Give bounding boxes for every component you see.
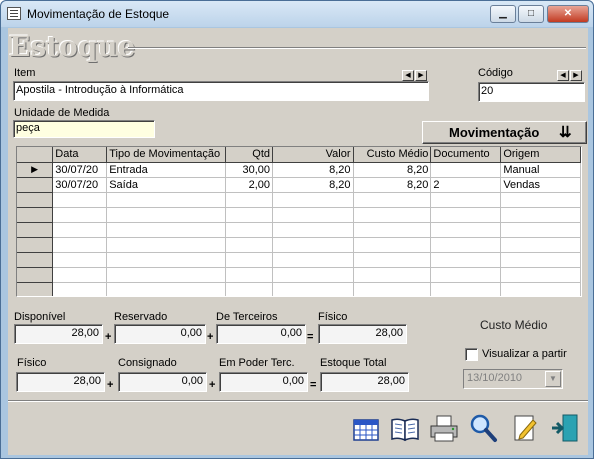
magnifier-icon[interactable] (467, 412, 499, 444)
col-tipo[interactable]: Tipo de Movimentação (106, 147, 227, 163)
empty-row[interactable] (17, 282, 581, 296)
col-valor[interactable]: Valor (272, 147, 354, 163)
movements-grid[interactable]: Data Tipo de Movimentação Qtd Valor Cust… (16, 146, 582, 297)
col-custo-medio[interactable]: Custo Médio (353, 147, 432, 163)
date-picker[interactable]: 13/10/2010 ▼ (463, 369, 563, 389)
visualizar-checkbox[interactable] (465, 348, 478, 361)
cell-tipo[interactable]: Entrada (106, 162, 227, 178)
item-navigator: ◀ ▶ (402, 68, 428, 81)
app-window: Movimentação de Estoque ▁ □ ✕ Estoque It… (0, 0, 594, 459)
footer-divider (8, 400, 588, 402)
item-next-button[interactable]: ▶ (415, 70, 427, 81)
terceiros-field[interactable]: 0,00 (216, 324, 306, 344)
terceiros-label: De Terceiros (216, 311, 278, 323)
reservado-label: Reservado (114, 311, 168, 323)
estoque-total-field[interactable]: 28,00 (320, 372, 409, 392)
book-icon[interactable] (389, 412, 421, 444)
col-documento[interactable]: Documento (430, 147, 502, 163)
cell-documento[interactable] (430, 162, 502, 178)
empty-row[interactable] (17, 192, 581, 208)
unidade-label: Unidade de Medida (14, 107, 110, 119)
codigo-next-button[interactable]: ▶ (570, 70, 582, 81)
codigo-label: Código (478, 67, 513, 79)
visualizar-label[interactable]: Visualizar a partir (482, 348, 567, 360)
grid-header: Data Tipo de Movimentação Qtd Valor Cust… (17, 147, 581, 163)
empty-row[interactable] (17, 267, 581, 283)
custo-medio-title: Custo Médio (480, 318, 548, 332)
consignado-field[interactable]: 0,00 (118, 372, 207, 392)
cell-tipo[interactable]: Saída (106, 177, 227, 193)
date-value: 13/10/2010 (467, 372, 523, 384)
chevron-down-icon[interactable]: ▼ (545, 371, 561, 387)
col-qtd[interactable]: Qtd (225, 147, 274, 163)
exit-door-icon[interactable] (549, 412, 581, 444)
title-bar[interactable]: Movimentação de Estoque ▁ □ ✕ (1, 1, 593, 27)
codigo-field[interactable]: 20 (478, 82, 585, 102)
brand-divider (128, 47, 586, 49)
row-indicator-icon: ▶ (17, 162, 54, 178)
double-down-arrow-icon: ⇊ (559, 124, 571, 141)
equals-sign: = (310, 379, 317, 391)
cell-data[interactable]: 30/07/20 (52, 162, 108, 178)
calendar-grid-icon[interactable] (350, 412, 382, 444)
movimentacao-label: Movimentação (449, 125, 540, 140)
estoque-total-label: Estoque Total (320, 357, 387, 369)
movimentacao-button[interactable]: Movimentação ⇊ (422, 121, 587, 144)
codigo-prev-button[interactable]: ◀ (557, 70, 569, 81)
equals-sign: = (307, 331, 314, 343)
cell-data[interactable]: 30/07/20 (52, 177, 108, 193)
row-indicator (17, 177, 54, 193)
plus-sign: + (107, 379, 114, 391)
item-label: Item (14, 67, 36, 79)
fisico-label: Físico (318, 311, 348, 323)
table-row[interactable]: ▶ 30/07/20 Entrada 30,00 8,20 8,20 Manua… (17, 162, 581, 178)
close-button[interactable]: ✕ (547, 5, 589, 23)
minimize-button[interactable]: ▁ (490, 5, 516, 23)
unidade-field[interactable]: peça (13, 120, 155, 138)
codigo-navigator: ◀ ▶ (557, 68, 583, 81)
item-field[interactable]: Apostila - Introdução à Informática (13, 81, 429, 101)
cell-valor[interactable]: 8,20 (272, 177, 354, 193)
col-origem[interactable]: Origem (500, 147, 581, 163)
cell-documento[interactable]: 2 (430, 177, 502, 193)
cell-custo[interactable]: 8,20 (353, 162, 432, 178)
edit-note-icon[interactable] (509, 412, 541, 444)
col-data[interactable]: Data (52, 147, 108, 163)
brand-title: Estoque (9, 30, 136, 63)
table-row[interactable]: 30/07/20 Saída 2,00 8,20 8,20 2 Vendas (17, 177, 581, 193)
fisico-field[interactable]: 28,00 (318, 324, 407, 344)
fisico2-field[interactable]: 28,00 (16, 372, 105, 392)
reservado-field[interactable]: 0,00 (114, 324, 206, 344)
poder-terc-label: Em Poder Terc. (219, 357, 295, 369)
app-icon (7, 7, 21, 20)
disponivel-field[interactable]: 28,00 (14, 324, 103, 344)
maximize-button[interactable]: □ (518, 5, 544, 23)
cell-qtd[interactable]: 2,00 (225, 177, 274, 193)
empty-row[interactable] (17, 207, 581, 223)
plus-sign: + (105, 331, 112, 343)
window-title: Movimentação de Estoque (27, 7, 170, 21)
empty-row[interactable] (17, 252, 581, 268)
empty-row[interactable] (17, 222, 581, 238)
cell-qtd[interactable]: 30,00 (225, 162, 274, 178)
cell-origem[interactable]: Manual (500, 162, 581, 178)
disponivel-label: Disponível (14, 311, 66, 323)
cell-valor[interactable]: 8,20 (272, 162, 354, 178)
poder-terc-field[interactable]: 0,00 (219, 372, 308, 392)
form-area: Estoque Item ◀ ▶ Apostila - Introdução à … (8, 28, 588, 455)
plus-sign: + (209, 379, 216, 391)
consignado-label: Consignado (118, 357, 177, 369)
cell-origem[interactable]: Vendas (500, 177, 581, 193)
indicator-header (17, 147, 54, 163)
plus-sign: + (207, 331, 214, 343)
cell-custo[interactable]: 8,20 (353, 177, 432, 193)
fisico2-label: Físico (17, 357, 47, 369)
item-prev-button[interactable]: ◀ (402, 70, 414, 81)
printer-icon[interactable] (428, 412, 460, 444)
empty-row[interactable] (17, 237, 581, 253)
